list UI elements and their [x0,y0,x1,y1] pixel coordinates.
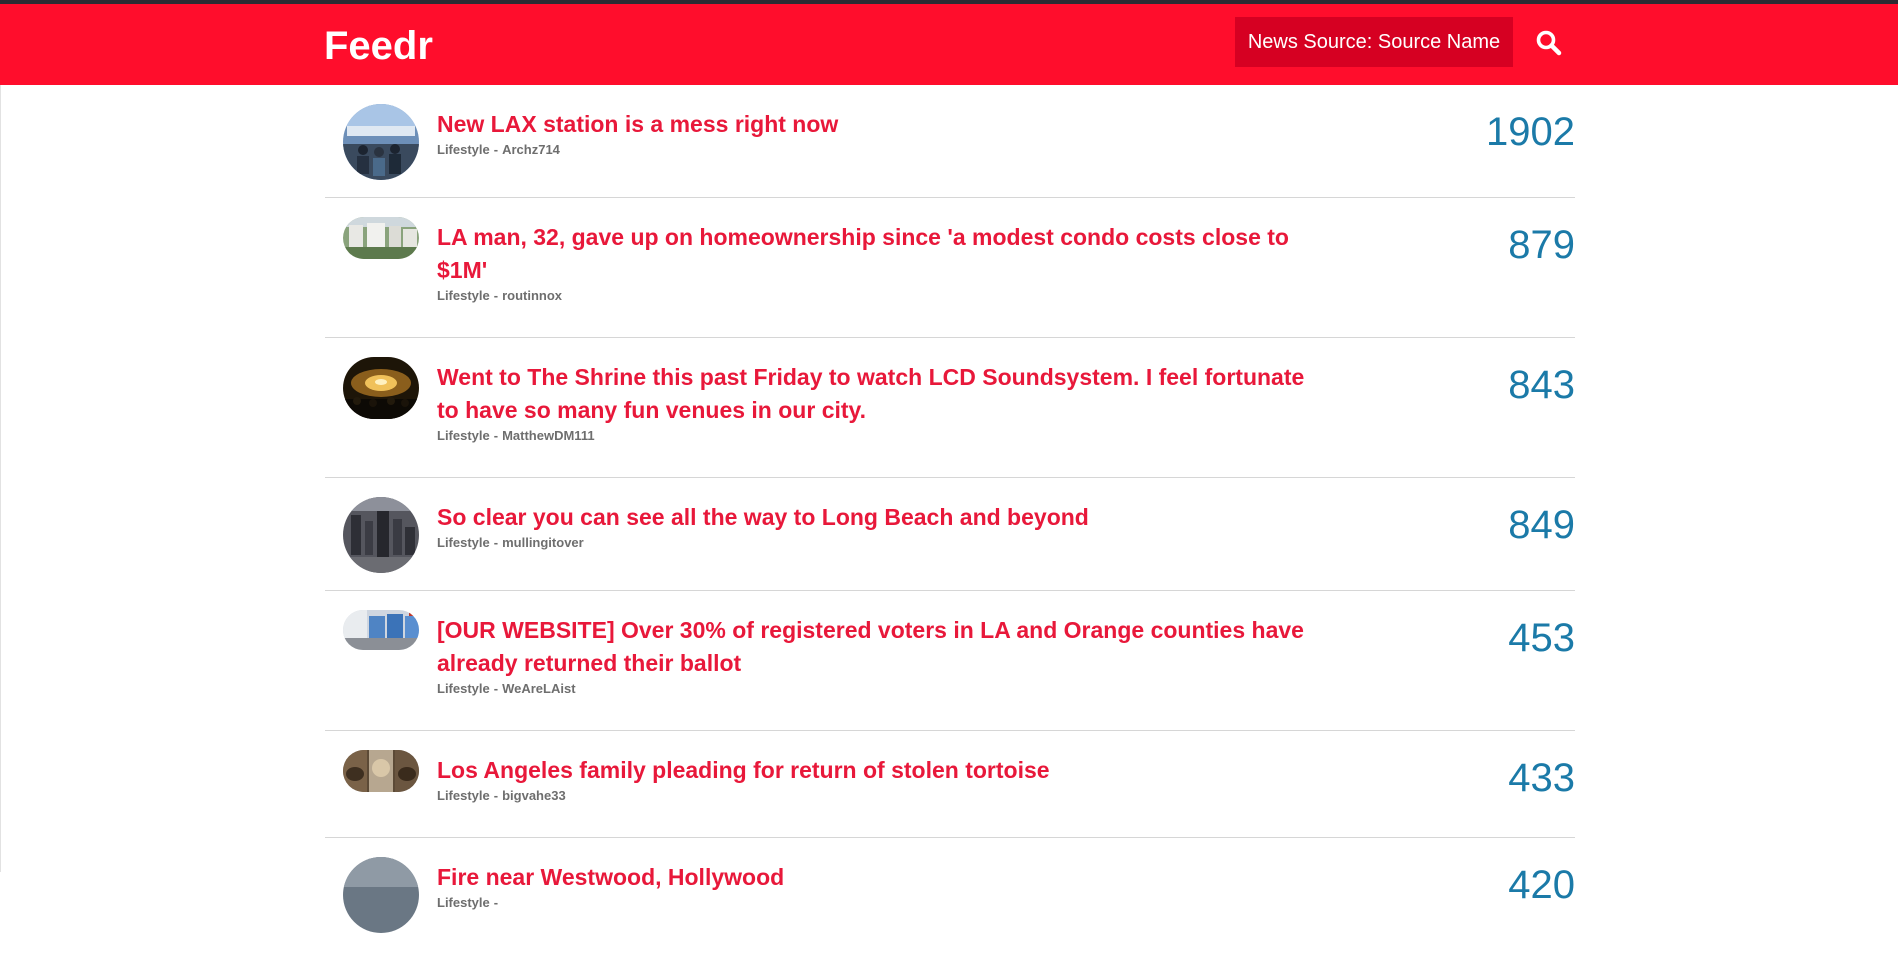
post-title[interactable]: New LAX station is a mess right now [437,111,838,137]
post-thumbnail[interactable] [343,357,419,419]
post-author: MatthewDM111 [502,428,595,443]
post-title[interactable]: Went to The Shrine this past Friday to w… [437,364,1304,423]
post-title-link[interactable]: So clear you can see all the way to Long… [437,501,1317,551]
search-icon[interactable] [1532,26,1568,62]
post-title-link[interactable]: Went to The Shrine this past Friday to w… [437,361,1317,444]
post-title-link[interactable]: [OUR WEBSITE] Over 30% of registered vot… [437,614,1317,697]
meta-separator: - [493,788,499,803]
post-title[interactable]: So clear you can see all the way to Long… [437,504,1089,530]
post-thumbnail[interactable] [343,217,419,259]
meta-separator: - [493,895,499,910]
post-score: 1902 [1486,110,1575,154]
app-header: Feedr News Source: Source Name [0,4,1898,85]
meta-separator: - [493,288,499,303]
post-meta: Lifestyle - bigvahe33 [437,787,1317,804]
post-thumbnail[interactable] [343,104,419,180]
news-source-selector[interactable]: News Source: Source Name [1235,17,1513,67]
meta-separator: - [493,428,499,443]
post-score: 849 [1508,503,1575,547]
post-score: 879 [1508,223,1575,267]
post-meta: Lifestyle - Archz714 [437,141,1317,158]
meta-separator: - [493,681,499,696]
post-meta: Lifestyle - mullingitover [437,534,1317,551]
post-meta: Lifestyle - [437,894,1317,911]
post-author: bigvahe33 [502,788,566,803]
post-author: Archz714 [502,142,560,157]
post-meta: Lifestyle - WeAreLAist [437,680,1317,697]
app-logo[interactable]: Feedr [324,22,433,70]
post-title-link[interactable]: New LAX station is a mess right now Life… [437,108,1317,158]
post-author: routinnox [502,288,563,303]
list-item: New LAX station is a mess right now Life… [325,85,1575,198]
list-item: Los Angeles family pleading for return o… [325,731,1575,838]
list-item: LA man, 32, gave up on homeownership sin… [325,198,1575,338]
post-score: 453 [1508,616,1575,660]
post-title[interactable]: [OUR WEBSITE] Over 30% of registered vot… [437,617,1304,676]
meta-separator: - [493,142,499,157]
post-title-link[interactable]: Los Angeles family pleading for return o… [437,754,1317,804]
post-title[interactable]: Fire near Westwood, Hollywood [437,864,784,890]
list-item: Fire near Westwood, Hollywood Lifestyle -… [325,838,1575,958]
meta-separator: - [493,535,499,550]
page-left-border [0,85,1,872]
list-item: So clear you can see all the way to Long… [325,478,1575,591]
post-title-link[interactable]: LA man, 32, gave up on homeownership sin… [437,221,1317,304]
post-title[interactable]: Los Angeles family pleading for return o… [437,757,1050,783]
post-category: Lifestyle [437,535,490,550]
post-category: Lifestyle [437,288,490,303]
post-category: Lifestyle [437,788,490,803]
post-score: 433 [1508,756,1575,800]
post-meta: Lifestyle - routinnox [437,287,1317,304]
post-author: mullingitover [502,535,584,550]
post-category: Lifestyle [437,681,490,696]
feed-list: New LAX station is a mess right now Life… [325,85,1575,958]
post-title-link[interactable]: Fire near Westwood, Hollywood Lifestyle - [437,861,1317,911]
post-score: 843 [1508,363,1575,407]
post-meta: Lifestyle - MatthewDM111 [437,427,1317,444]
list-item: [OUR WEBSITE] Over 30% of registered vot… [325,591,1575,731]
post-thumbnail[interactable] [343,610,419,650]
post-score: 420 [1508,863,1575,907]
post-thumbnail[interactable] [343,750,419,792]
post-category: Lifestyle [437,142,490,157]
post-category: Lifestyle [437,428,490,443]
post-thumbnail[interactable] [343,857,419,933]
list-item: Went to The Shrine this past Friday to w… [325,338,1575,478]
post-title[interactable]: LA man, 32, gave up on homeownership sin… [437,224,1289,283]
post-category: Lifestyle [437,895,490,910]
post-author: WeAreLAist [502,681,576,696]
post-thumbnail[interactable] [343,497,419,573]
